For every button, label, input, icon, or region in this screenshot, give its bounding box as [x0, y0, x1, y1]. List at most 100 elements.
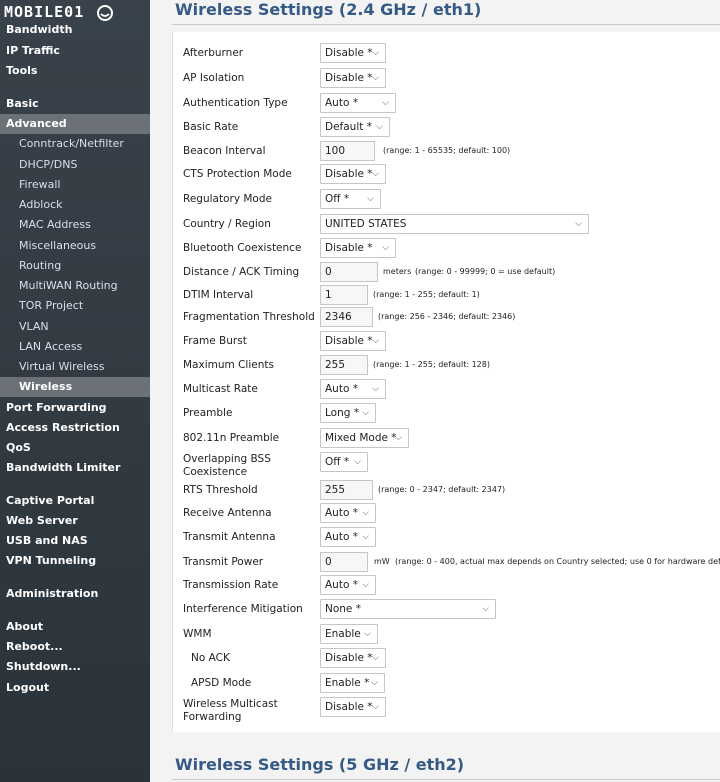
select-value: UNITED STATES — [325, 218, 407, 230]
chevron-down-icon: ⌵ — [362, 508, 369, 518]
transmission-rate-select[interactable]: Auto * ⌵ — [320, 575, 376, 595]
basic-rate-select[interactable]: Default * ⌵ — [320, 117, 390, 137]
apsd-mode-select[interactable]: Enable * ⌵ — [320, 673, 385, 693]
sidebar-item-virtual-wireless[interactable]: Virtual Wireless — [0, 357, 150, 377]
transmit-power-unit: mW — [374, 557, 390, 566]
transmit-power-input[interactable]: 0 — [320, 552, 368, 572]
sidebar-item-mac-address[interactable]: MAC Address — [0, 215, 150, 235]
sidebar-item-ip-traffic[interactable]: IP Traffic — [0, 41, 150, 61]
chevron-down-icon: ⌵ — [362, 532, 369, 542]
maximum-clients-input[interactable]: 255 — [320, 355, 368, 375]
sidebar-item-about[interactable]: About — [0, 617, 150, 637]
sidebar-item-multiwan-routing[interactable]: MultiWAN Routing — [0, 276, 150, 296]
sidebar-item-basic[interactable]: Basic — [0, 94, 150, 114]
sidebar-item-routing[interactable]: Routing — [0, 256, 150, 276]
chevron-down-icon: ⌵ — [382, 98, 389, 108]
distance-ack-input[interactable]: 0 — [320, 262, 378, 282]
sidebar-item-dhcp-dns[interactable]: DHCP/DNS — [0, 155, 150, 175]
sidebar-item-access-restriction[interactable]: Access Restriction — [0, 418, 150, 438]
ap-isolation-select[interactable]: Disable * ⌵ — [320, 68, 386, 88]
sidebar-item-tor-project[interactable]: TOR Project — [0, 296, 150, 316]
no-ack-select[interactable]: Disable * ⌵ — [320, 648, 386, 668]
overlapping-bss-select[interactable]: Off * ⌵ — [320, 452, 368, 472]
sidebar-item-bandwidth[interactable]: Bandwidth — [0, 20, 150, 40]
chevron-down-icon: ⌵ — [367, 194, 374, 204]
fragmentation-threshold-input[interactable]: 2346 — [320, 307, 373, 327]
sidebar-item-wireless[interactable]: Wireless — [0, 377, 150, 397]
afterburner-select[interactable]: Disable * ⌵ — [320, 43, 386, 63]
logo-text: MOBILE01 — [4, 3, 85, 21]
sidebar-item-qos[interactable]: QoS — [0, 438, 150, 458]
sidebar-item-vpn-tunneling[interactable]: VPN Tunneling — [0, 551, 150, 571]
setting-label: Wireless Multicast Forwarding — [183, 698, 278, 723]
title-divider — [172, 779, 720, 780]
wmm-select[interactable]: Enable ⌵ — [320, 624, 378, 644]
select-value: Enable * — [325, 677, 370, 689]
sidebar-item-logout[interactable]: Logout — [0, 678, 150, 698]
settings-panel-2-4ghz: Afterburner Disable * ⌵ AP Isolation Disa… — [172, 32, 720, 732]
sidebar-item-tools[interactable]: Tools — [0, 61, 150, 81]
sidebar: MOBILE01 Bandwidth IP Traffic Tools Basi… — [0, 0, 150, 782]
setting-label: Fragmentation Threshold — [183, 311, 315, 323]
select-value: Long * — [325, 407, 359, 419]
setting-label: APSD Mode — [191, 677, 252, 689]
setting-row: Afterburner Disable * ⌵ — [183, 42, 720, 64]
country-region-select[interactable]: UNITED STATES ⌵ — [320, 214, 589, 234]
chevron-down-icon: ⌵ — [372, 48, 379, 58]
transmit-antenna-select[interactable]: Auto * ⌵ — [320, 527, 376, 547]
setting-row: Bluetooth Coexistence Disable * ⌵ — [183, 237, 720, 259]
setting-label: Transmission Rate — [183, 579, 279, 591]
setting-label: Authentication Type — [183, 97, 288, 109]
sidebar-item-captive-portal[interactable]: Captive Portal — [0, 491, 150, 511]
interference-mitigation-select[interactable]: None * ⌵ — [320, 599, 496, 619]
wireless-multicast-forwarding-select[interactable]: Disable * ⌵ — [320, 697, 386, 717]
sidebar-item-advanced[interactable]: Advanced — [0, 114, 150, 134]
setting-row: Distance / ACK Timing 0 meters (range: 0… — [183, 261, 720, 283]
dtim-interval-input[interactable]: 1 — [320, 285, 368, 305]
rts-threshold-input[interactable]: 255 — [320, 480, 373, 500]
sidebar-item-firewall[interactable]: Firewall — [0, 175, 150, 195]
setting-row: DTIM Interval 1 (range: 1 - 255; default… — [183, 284, 720, 306]
fragmentation-threshold-hint: (range: 256 - 2346; default: 2346) — [378, 312, 516, 321]
sidebar-item-bandwidth-limiter[interactable]: Bandwidth Limiter — [0, 458, 150, 478]
chevron-down-icon: ⌵ — [354, 457, 361, 467]
n-preamble-select[interactable]: Mixed Mode * ⌵ — [320, 428, 409, 448]
beacon-interval-input[interactable]: 100 — [320, 141, 375, 161]
sidebar-item-web-server[interactable]: Web Server — [0, 511, 150, 531]
setting-row: 802.11n Preamble Mixed Mode * ⌵ — [183, 427, 720, 449]
setting-row: Receive Antenna Auto * ⌵ — [183, 502, 720, 524]
regulatory-mode-select[interactable]: Off * ⌵ — [320, 189, 381, 209]
preamble-select[interactable]: Long * ⌵ — [320, 403, 376, 423]
setting-row: Maximum Clients 255 (range: 1 - 255; def… — [183, 354, 720, 376]
select-value: Auto * — [325, 383, 358, 395]
sidebar-item-vlan[interactable]: VLAN — [0, 317, 150, 337]
sidebar-item-lan-access[interactable]: LAN Access — [0, 337, 150, 357]
cts-protection-select[interactable]: Disable * ⌵ — [320, 164, 386, 184]
sidebar-item-port-forwarding[interactable]: Port Forwarding — [0, 398, 150, 418]
sidebar-item-reboot[interactable]: Reboot... — [0, 637, 150, 657]
multicast-rate-select[interactable]: Auto * ⌵ — [320, 379, 386, 399]
select-value: Auto * — [325, 97, 358, 109]
setting-row: Authentication Type Auto * ⌵ — [183, 92, 720, 114]
transmit-power-hint: (range: 0 - 400, actual max depends on C… — [395, 557, 720, 566]
setting-label: Transmit Power — [183, 556, 264, 568]
sidebar-item-miscellaneous[interactable]: Miscellaneous — [0, 236, 150, 256]
authentication-type-select[interactable]: Auto * ⌵ — [320, 93, 396, 113]
setting-label: No ACK — [191, 652, 230, 664]
sidebar-item-usb-nas[interactable]: USB and NAS — [0, 531, 150, 551]
setting-label: Preamble — [183, 407, 233, 419]
select-value: Off * — [325, 456, 350, 468]
receive-antenna-select[interactable]: Auto * ⌵ — [320, 503, 376, 523]
sidebar-item-adblock[interactable]: Adblock — [0, 195, 150, 215]
select-value: Disable * — [325, 335, 373, 347]
sidebar-item-shutdown[interactable]: Shutdown... — [0, 657, 150, 677]
setting-label: Beacon Interval — [183, 145, 266, 157]
frame-burst-select[interactable]: Disable * ⌵ — [320, 331, 386, 351]
chevron-down-icon: ⌵ — [372, 384, 379, 394]
sidebar-item-conntrack[interactable]: Conntrack/Netfilter — [0, 134, 150, 154]
chevron-down-icon: ⌵ — [575, 219, 582, 229]
select-value: Auto * — [325, 507, 358, 519]
bluetooth-coexistence-select[interactable]: Disable * ⌵ — [320, 238, 396, 258]
select-value: Mixed Mode * — [325, 432, 397, 444]
sidebar-item-administration[interactable]: Administration — [0, 584, 150, 604]
